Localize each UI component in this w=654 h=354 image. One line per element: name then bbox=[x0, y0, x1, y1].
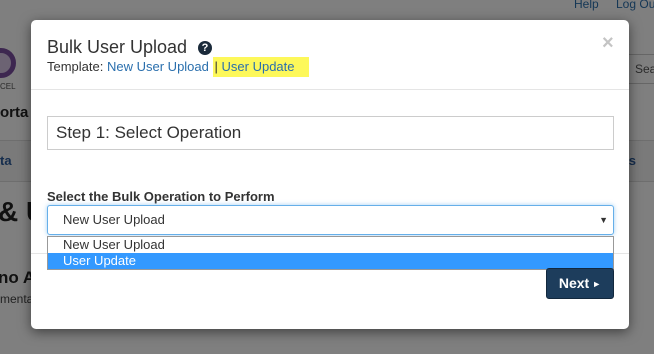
template-link-new-user-upload[interactable]: New User Upload bbox=[107, 59, 209, 74]
modal-title: Bulk User Upload bbox=[47, 37, 188, 57]
next-button-label: Next bbox=[558, 275, 590, 291]
operation-options: New User Upload User Update bbox=[47, 236, 614, 270]
bulk-upload-modal: Bulk User Upload ? Template: New User Up… bbox=[31, 20, 629, 329]
select-value: New User Upload bbox=[63, 212, 165, 227]
operation-select[interactable]: New User Upload ▼ bbox=[47, 205, 614, 235]
caret-right-icon: ► bbox=[592, 279, 602, 289]
option-user-update[interactable]: User Update bbox=[48, 253, 613, 269]
option-new-user-upload[interactable]: New User Upload bbox=[48, 237, 613, 253]
template-line: Template: New User Upload | User Update bbox=[47, 57, 309, 77]
select-label: Select the Bulk Operation to Perform bbox=[47, 189, 275, 204]
template-label: Template: bbox=[47, 59, 104, 74]
template-link-user-update[interactable]: User Update bbox=[222, 59, 295, 74]
template-highlight: | User Update bbox=[212, 57, 309, 77]
step-title: Step 1: Select Operation bbox=[47, 116, 614, 150]
template-separator: | bbox=[214, 59, 218, 74]
next-button[interactable]: Next ► bbox=[546, 268, 614, 299]
caret-down-icon: ▼ bbox=[599, 215, 608, 225]
close-button[interactable]: × bbox=[602, 33, 614, 53]
help-icon[interactable]: ? bbox=[198, 41, 212, 55]
modal-header: Bulk User Upload ? Template: New User Up… bbox=[31, 20, 629, 90]
